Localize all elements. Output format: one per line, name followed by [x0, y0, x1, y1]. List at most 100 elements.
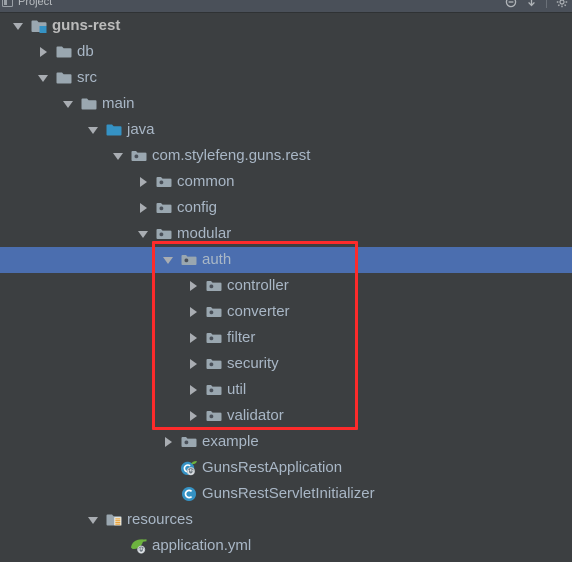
- tree-node-application-yml[interactable]: application.yml: [0, 533, 572, 559]
- tree-node-filter[interactable]: filter: [0, 325, 572, 351]
- tree-node-label: example: [202, 433, 259, 450]
- tree-node-label: util: [227, 381, 247, 398]
- tree-node-security[interactable]: security: [0, 351, 572, 377]
- tree-node-src[interactable]: src: [0, 65, 572, 91]
- tree-node-guns-rest[interactable]: guns-rest: [0, 13, 572, 39]
- tree-expand-arrow: [163, 256, 173, 264]
- chevron-right-icon[interactable]: [183, 403, 203, 429]
- tree-node-com-stylefeng-guns-rest[interactable]: com.stylefeng.guns.rest: [0, 143, 572, 169]
- chevron-right-icon[interactable]: [183, 273, 203, 299]
- tree-node-auth[interactable]: auth: [0, 247, 572, 273]
- tree-node-label: common: [177, 173, 235, 190]
- tree-node-controller[interactable]: controller: [0, 273, 572, 299]
- tree-expand-arrow: [88, 516, 98, 524]
- tree-node-label: java: [127, 121, 155, 138]
- tree-node-converter[interactable]: converter: [0, 299, 572, 325]
- collapse-all-icon[interactable]: [505, 0, 517, 8]
- tree-node-validator[interactable]: validator: [0, 403, 572, 429]
- tree-expand-arrow: [189, 307, 197, 317]
- tool-window-title: Project: [18, 0, 53, 8]
- module-folder-icon: [28, 13, 50, 39]
- chevron-down-icon[interactable]: [158, 247, 178, 273]
- chevron-down-icon[interactable]: [58, 91, 78, 117]
- chevron-right-icon[interactable]: [183, 351, 203, 377]
- tree-expand-arrow: [39, 47, 47, 57]
- tree-expand-arrow: [139, 177, 147, 187]
- package-icon: [203, 403, 225, 429]
- package-icon: [178, 429, 200, 455]
- chevron-right-icon[interactable]: [33, 39, 53, 65]
- tree-arrow-placeholder: [158, 455, 178, 481]
- tree-expand-arrow: [139, 203, 147, 213]
- package-icon: [203, 273, 225, 299]
- package-icon: [153, 195, 175, 221]
- tree-node-label: auth: [202, 251, 232, 268]
- tree-node-label: security: [227, 355, 279, 372]
- spring-boot-class-icon: [178, 455, 200, 481]
- chevron-down-icon[interactable]: [83, 117, 103, 143]
- tree-node-label: validator: [227, 407, 284, 424]
- chevron-right-icon[interactable]: [133, 169, 153, 195]
- tree-expand-arrow: [189, 385, 197, 395]
- package-icon: [203, 325, 225, 351]
- project-tree[interactable]: guns-rest db src main java com.stylefeng.guns…: [0, 13, 572, 562]
- tree-expand-arrow: [189, 411, 197, 421]
- chevron-right-icon[interactable]: [183, 325, 203, 351]
- tree-node-label: guns-rest: [52, 17, 121, 34]
- chevron-right-icon[interactable]: [133, 195, 153, 221]
- tree-node-common[interactable]: common: [0, 169, 572, 195]
- tree-node-label: main: [102, 95, 135, 112]
- chevron-down-icon[interactable]: [33, 65, 53, 91]
- tree-node-label: converter: [227, 303, 290, 320]
- tree-node-modular[interactable]: modular: [0, 221, 572, 247]
- tree-node-gunsrestapplication[interactable]: GunsRestApplication: [0, 455, 572, 481]
- tree-expand-arrow: [113, 152, 123, 160]
- tree-node-example[interactable]: example: [0, 429, 572, 455]
- tree-node-label: resources: [127, 511, 193, 528]
- tree-node-main[interactable]: main: [0, 91, 572, 117]
- chevron-down-icon[interactable]: [133, 221, 153, 247]
- tree-node-java[interactable]: java: [0, 117, 572, 143]
- package-icon: [128, 143, 150, 169]
- tree-node-config[interactable]: config: [0, 195, 572, 221]
- java-class-icon: [178, 481, 200, 507]
- folder-icon: [78, 91, 100, 117]
- chevron-right-icon[interactable]: [158, 429, 178, 455]
- tree-node-label: application.yml: [152, 537, 252, 554]
- chevron-down-icon[interactable]: [108, 143, 128, 169]
- chevron-down-icon[interactable]: [83, 507, 103, 533]
- tree-node-label: GunsRestApplication: [202, 459, 343, 476]
- chevron-down-icon[interactable]: [8, 13, 28, 39]
- package-icon: [153, 169, 175, 195]
- tree-expand-arrow: [189, 359, 197, 369]
- tool-window-header-left: Project: [2, 0, 52, 9]
- tree-node-label: com.stylefeng.guns.rest: [152, 147, 311, 164]
- chevron-right-icon[interactable]: [183, 377, 203, 403]
- tree-node-resources[interactable]: resources: [0, 507, 572, 533]
- tree-node-util[interactable]: util: [0, 377, 572, 403]
- tool-window-header-actions: [505, 0, 568, 8]
- tree-node-label: config: [177, 199, 218, 216]
- chevron-right-icon[interactable]: [183, 299, 203, 325]
- tree-arrow-placeholder: [108, 533, 128, 559]
- tree-node-db[interactable]: db: [0, 39, 572, 65]
- tree-node-gunsrestservletinitializer[interactable]: GunsRestServletInitializer: [0, 481, 572, 507]
- tree-expand-arrow: [138, 230, 148, 238]
- project-view-icon[interactable]: [2, 0, 13, 8]
- source-root-icon: [103, 117, 125, 143]
- settings-gear-icon[interactable]: [556, 0, 568, 8]
- tree-expand-arrow: [189, 333, 197, 343]
- folder-icon: [53, 39, 75, 65]
- package-icon: [178, 247, 200, 273]
- tree-expand-arrow: [88, 126, 98, 134]
- tree-expand-arrow: [63, 100, 73, 108]
- hide-icon[interactable]: [526, 0, 537, 8]
- tree-node-label: modular: [177, 225, 232, 242]
- toolbar-divider: [546, 0, 547, 8]
- package-icon: [203, 377, 225, 403]
- tree-node-label: filter: [227, 329, 256, 346]
- package-icon: [203, 299, 225, 325]
- resources-root-icon: [103, 507, 125, 533]
- tree-node-label: controller: [227, 277, 289, 294]
- tree-expand-arrow: [164, 437, 172, 447]
